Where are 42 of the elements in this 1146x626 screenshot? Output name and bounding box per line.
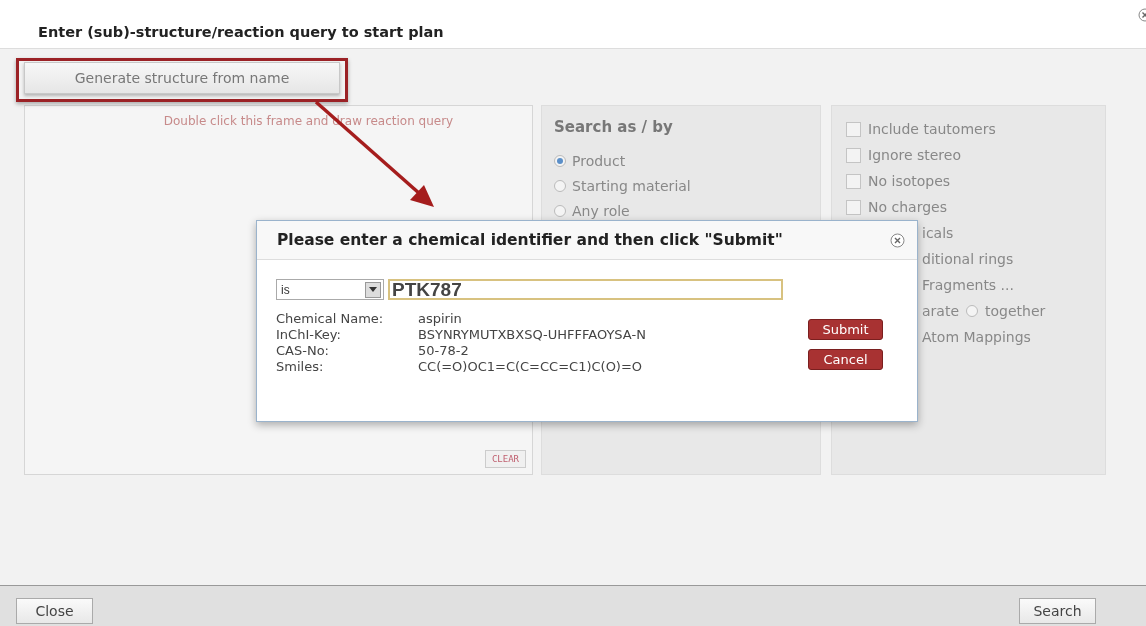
checkbox[interactable] (846, 121, 861, 137)
popup-button[interactable]: Cancel (808, 349, 883, 370)
close-icon[interactable] (890, 232, 905, 248)
detail-value: BSYNRYMUTXBXSQ-UHFFFAOYSA-N (418, 327, 647, 342)
checkbox[interactable] (846, 173, 861, 189)
radio-button[interactable] (554, 179, 566, 192)
detail-label: InChI-Key: (276, 327, 342, 342)
match-dropdown[interactable]: is (276, 279, 384, 300)
detail-value: aspirin (418, 311, 463, 326)
radio-button[interactable] (966, 305, 979, 317)
clear-button[interactable]: CLEAR (484, 450, 526, 468)
option-label: Fragments ... (922, 277, 1014, 293)
option-label: Atom Mappings (922, 329, 1031, 345)
checkbox[interactable] (846, 147, 861, 163)
checkbox-label: No charges (868, 199, 947, 215)
caret-icon (369, 287, 377, 292)
generate-structure-button[interactable]: Generate structure from name (24, 62, 340, 94)
dialog-button[interactable]: Search (1019, 598, 1096, 624)
checkbox-label: Include tautomers (868, 121, 996, 137)
option-label: ditional rings (922, 251, 1014, 267)
radio-button[interactable] (554, 154, 566, 167)
popup-button[interactable]: Submit (808, 319, 883, 340)
checkbox-label: No isotopes (868, 173, 951, 189)
panel-heading: Search as / by (554, 118, 674, 136)
detail-label: Smiles: (276, 359, 325, 374)
radio-button[interactable] (554, 204, 566, 217)
detail-value: CC(=O)OC1=C(C=CC=C1)C(O)=O (418, 359, 644, 374)
identifier-input[interactable]: PTK787 (388, 279, 783, 300)
detail-label: CAS-No: (276, 343, 330, 358)
dialog-button[interactable]: Close (16, 598, 93, 624)
detail-label: Chemical Name: (276, 311, 385, 326)
radio-label: Starting material (572, 177, 691, 194)
option-label: icals (922, 225, 954, 241)
checkbox[interactable] (846, 199, 861, 215)
checkbox-label: Ignore stereo (868, 147, 961, 163)
radio-label: Any role (572, 202, 630, 219)
radio-label: Product (572, 152, 626, 169)
popup-title: Please enter a chemical identifier and then click "Submit" (277, 231, 783, 249)
radio-label: together (985, 303, 1046, 319)
detail-value: 50-78-2 (418, 343, 470, 358)
dialog-title: Enter (sub)-structure/reaction query to start plan (38, 24, 444, 40)
option-label: arate (922, 303, 960, 319)
